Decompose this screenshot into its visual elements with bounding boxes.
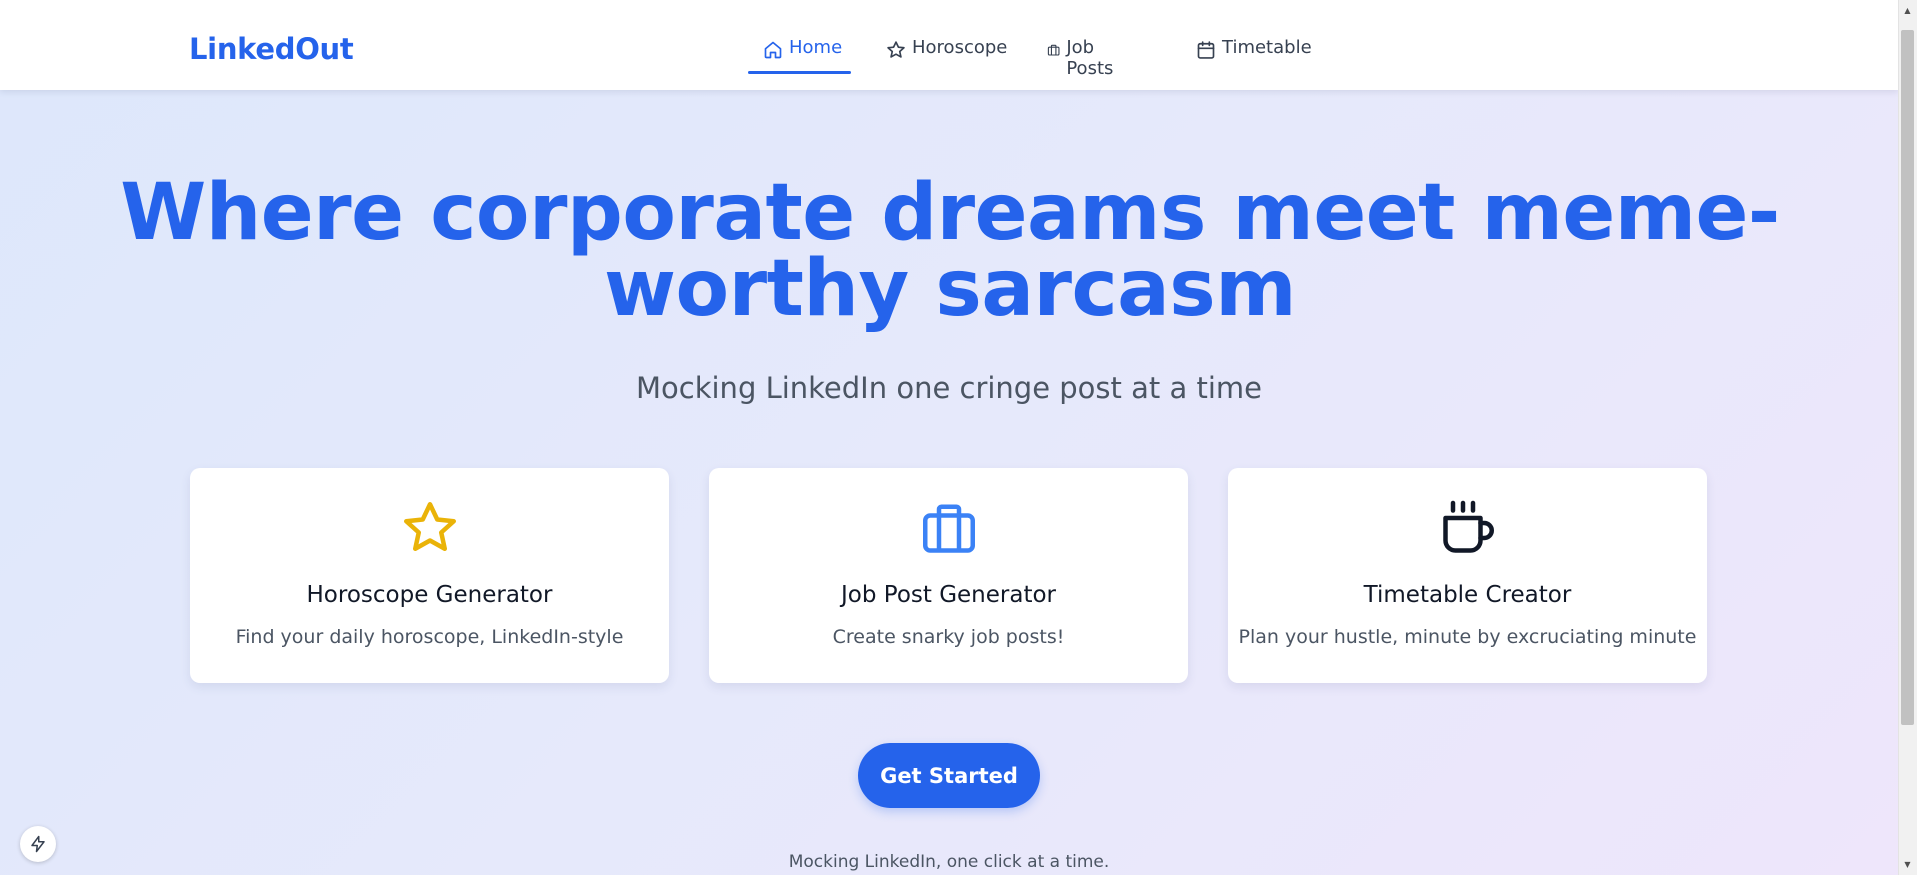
hero-subtitle: Mocking LinkedIn one cringe post at a ti…	[636, 371, 1262, 405]
nav-item-label: Timetable	[1222, 37, 1312, 58]
footer-note: Mocking LinkedIn, one click at a time.	[788, 852, 1110, 872]
card-timetable-creator[interactable]: Timetable Creator Plan your hustle, minu…	[1228, 468, 1707, 683]
nav-item-timetable[interactable]: Timetable	[1196, 37, 1312, 77]
card-horoscope-generator[interactable]: Horoscope Generator Find your daily horo…	[190, 468, 669, 683]
nav-item-job-posts[interactable]: Job Posts	[1047, 37, 1120, 79]
active-tab-indicator	[748, 71, 851, 74]
star-icon	[887, 41, 905, 58]
coffee-icon	[1442, 500, 1494, 553]
card-description: Plan your hustle, minute by excruciating…	[1238, 626, 1697, 648]
calendar-icon	[1197, 41, 1215, 59]
card-description: Find your daily horoscope, LinkedIn-styl…	[235, 626, 624, 648]
scrollbar-thumb[interactable]	[1901, 30, 1914, 725]
brand-logo[interactable]: LinkedOut	[189, 32, 354, 66]
lightning-icon	[31, 835, 45, 853]
get-started-button[interactable]: Get Started	[858, 743, 1040, 808]
nav-item-label: Home	[789, 37, 843, 58]
briefcase-icon	[922, 504, 975, 553]
card-title: Job Post Generator	[841, 582, 1056, 608]
top-navbar: LinkedOut Home Horoscope Job Posts Timet…	[0, 0, 1898, 90]
star-icon	[403, 502, 456, 551]
card-job-post-generator[interactable]: Job Post Generator Create snarky job pos…	[709, 468, 1188, 683]
briefcase-icon	[1047, 44, 1060, 56]
nav-item-horoscope[interactable]: Horoscope	[886, 37, 1007, 77]
vertical-scrollbar[interactable]: ▲ ▼	[1898, 0, 1917, 875]
scroll-down-arrow-icon[interactable]: ▼	[1898, 856, 1917, 873]
home-icon	[764, 41, 782, 59]
nav-item-label: Job Posts	[1066, 37, 1114, 79]
scroll-up-arrow-icon[interactable]: ▲	[1898, 2, 1917, 19]
card-title: Horoscope Generator	[306, 582, 553, 608]
dev-tools-badge[interactable]	[20, 826, 56, 862]
nav-item-label: Horoscope	[912, 37, 1008, 58]
hero-title: Where corporate dreams meet meme-worthy …	[120, 168, 1780, 334]
card-description: Create snarky job posts!	[832, 626, 1065, 648]
card-title: Timetable Creator	[1363, 582, 1572, 608]
